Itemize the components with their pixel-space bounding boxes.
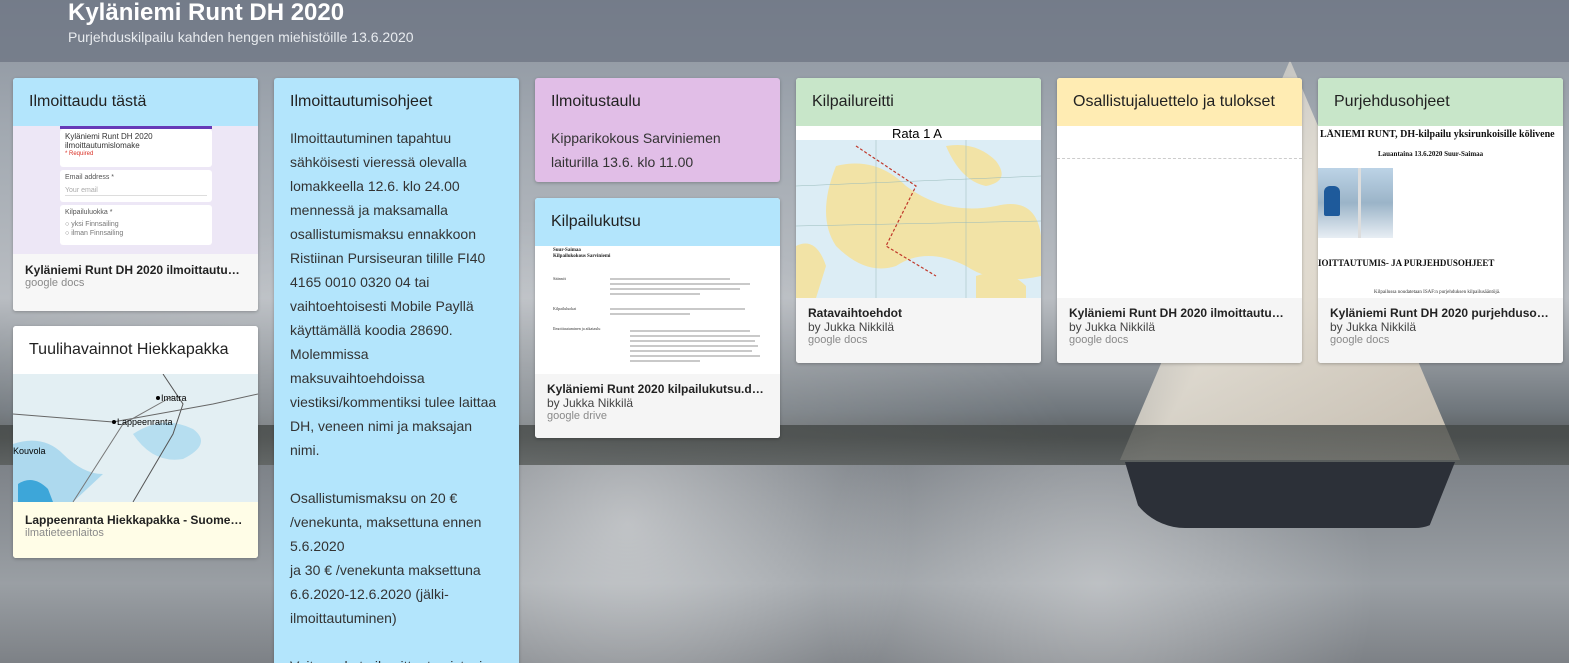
- form-option-1: ○ yksi Finnsailing: [65, 221, 119, 228]
- doc-text-line: [610, 283, 750, 285]
- route-map-thumbnail[interactable]: Rata 1 A: [796, 126, 1041, 298]
- card-title: Ilmoittautumisohjeet: [290, 93, 433, 110]
- attachment-source: google docs: [1069, 334, 1129, 346]
- form-required-note: * Required: [65, 151, 94, 157]
- attachment-info[interactable]: Kyläniemi Runt 2020 kilpailukutsu.docx b…: [535, 374, 780, 438]
- doc-text-line: [630, 335, 760, 337]
- card-race-invitation[interactable]: Kilpailukutsu Suur-Saimaa Kilpailukokous…: [535, 198, 780, 438]
- doc-date: Lauantaina 13.6.2020 Suur-Saimaa: [1378, 150, 1484, 158]
- doc-term-3: Ilmoittautuminen ja aikataulu: [553, 326, 601, 331]
- card-register[interactable]: Ilmoittaudu tästä Kyläniemi Runt DH 2020…: [13, 78, 258, 311]
- doc-term-2: Kilpailuluokat: [553, 306, 577, 311]
- card-registration-instructions[interactable]: Ilmoittautumisohjeet Ilmoittautuminen ta…: [274, 78, 519, 663]
- doc-header: Suur-Saimaa Kilpailukokous Sarviniemi: [553, 248, 611, 259]
- form-email-label: Email address *: [65, 174, 115, 181]
- doc-text-line: [610, 293, 700, 295]
- card-title: Kilpailureitti: [796, 78, 1041, 126]
- attachment-source: ilmatieteenlaitos: [25, 527, 104, 539]
- page-title: Kyläniemi Runt DH 2020: [68, 0, 345, 26]
- doc-text-line: [610, 313, 690, 315]
- attachment-info[interactable]: Ratavaihtoehdot by Jukka Nikkilä google …: [796, 298, 1041, 363]
- instructions-paragraph: Voit muokata ilmoittautumistasi: [290, 654, 503, 663]
- form-option-2: ○ ilman Finnsailing: [65, 230, 124, 237]
- attachment-source: google docs: [808, 334, 868, 346]
- form-email-card: Email address * Your email: [60, 170, 212, 202]
- spreadsheet-preview-thumbnail[interactable]: [1057, 126, 1302, 298]
- doc-text-line: [630, 340, 755, 342]
- background-boat-hull: [1125, 462, 1455, 528]
- attachment-title[interactable]: Lappeenranta Hiekkapakka - Suomen ...: [13, 513, 258, 527]
- card-notice-board[interactable]: Ilmoitustaulu Kipparikokous Sarviniemen …: [535, 78, 780, 182]
- attachment-title[interactable]: Kyläniemi Runt DH 2020 ilmoittautumi...: [13, 263, 258, 277]
- attachment-author: by Jukka Nikkilä: [808, 320, 895, 334]
- instructions-body: Ilmoittautuminen tapahtuu sähköisesti vi…: [274, 126, 519, 663]
- instructions-paragraph: Osallistumismaksu on 20 € /venekunta, ma…: [290, 490, 482, 554]
- doc-text-line: [630, 355, 760, 357]
- attachment-title[interactable]: Kyläniemi Runt DH 2020 purjehdusohje: [1318, 306, 1563, 320]
- attachment-author: by Jukka Nikkilä: [1069, 320, 1156, 334]
- doc-heading: LÄNIEMI RUNT, DH-kilpailu yksirunkoisill…: [1320, 129, 1555, 140]
- card-participants-results[interactable]: Osallistujaluettelo ja tulokset Kyläniem…: [1057, 78, 1302, 363]
- doc-text-line: [610, 308, 745, 310]
- page-subtitle: Purjehduskilpailu kahden hengen miehistö…: [68, 29, 414, 45]
- card-title: Ilmoittaudu tästä: [13, 78, 258, 126]
- doc-text-line: [610, 288, 740, 290]
- attachment-info[interactable]: Kyläniemi Runt DH 2020 ilmoittautuneet b…: [1057, 298, 1302, 363]
- route-map-svg: Rata 1 A: [796, 126, 1041, 298]
- map-label-lappeenranta: Lappeenranta: [117, 417, 173, 427]
- doc-text-line: [630, 360, 700, 362]
- map-label-kouvola: Kouvola: [13, 446, 46, 456]
- attachment-author: by Jukka Nikkilä: [1330, 320, 1417, 334]
- form-class-card: Kilpailuluokka * ○ yksi Finnsailing ○ il…: [60, 205, 212, 245]
- doc-text-line: [610, 278, 730, 280]
- document-preview-thumbnail[interactable]: LÄNIEMI RUNT, DH-kilpailu yksirunkoisill…: [1318, 126, 1563, 298]
- route-map-title: Rata 1 A: [892, 126, 942, 141]
- card-sailing-instructions[interactable]: Purjehdusohjeet LÄNIEMI RUNT, DH-kilpail…: [1318, 78, 1563, 363]
- attachment-info[interactable]: Kyläniemi Runt DH 2020 ilmoittautumi... …: [13, 254, 258, 311]
- attachment-title[interactable]: Kyläniemi Runt DH 2020 ilmoittautuneet: [1057, 306, 1302, 320]
- instructions-paragraph: ja 30 € /venekunta maksettuna 6.6.2020-1…: [290, 562, 481, 626]
- form-email-placeholder: Your email: [65, 186, 207, 196]
- card-title: Tuulihavainnot Hiekkapakka: [13, 326, 258, 374]
- attachment-title[interactable]: Kyläniemi Runt 2020 kilpailukutsu.docx: [535, 382, 780, 396]
- attachment-title[interactable]: Ratavaihtoehdot: [796, 306, 1041, 320]
- sailboat-photo: [1318, 168, 1393, 238]
- card-title: Osallistujaluettelo ja tulokset: [1057, 78, 1302, 126]
- doc-text-line: [630, 350, 752, 352]
- form-preview-thumbnail[interactable]: Kyläniemi Runt DH 2020 ilmoittautumislom…: [13, 126, 258, 254]
- doc-text-line: [630, 330, 750, 332]
- notice-body: Kipparikokous Sarviniemen laiturilla 13.…: [551, 130, 721, 170]
- document-preview-thumbnail[interactable]: Suur-Saimaa Kilpailukokous Sarviniemi Sä…: [535, 246, 780, 374]
- weather-map-svg: Imatra Lappeenranta Kouvola: [13, 374, 258, 502]
- weather-map-thumbnail[interactable]: Imatra Lappeenranta Kouvola: [13, 374, 258, 502]
- doc-footer: Kilpailussa noudatetaan ISAF:n purjehduk…: [1374, 290, 1501, 295]
- page-header: Kyläniemi Runt DH 2020 Purjehduskilpailu…: [0, 0, 1569, 62]
- doc-text-line: [630, 345, 758, 347]
- doc-section-heading: IOITTAUTUMIS- JA PURJEHDUSOHJEET: [1318, 258, 1495, 268]
- instructions-paragraph: Ilmoittautuminen tapahtuu sähköisesti vi…: [290, 130, 497, 458]
- card-wind-observations[interactable]: Tuulihavainnot Hiekkapakka Imatra Lappee…: [13, 326, 258, 558]
- form-title: Kyläniemi Runt DH 2020 ilmoittautumislom…: [65, 132, 153, 150]
- attachment-info[interactable]: Lappeenranta Hiekkapakka - Suomen ... il…: [13, 502, 258, 558]
- map-label-imatra: Imatra: [161, 393, 187, 403]
- attachment-source: google drive: [547, 410, 607, 422]
- card-title: Ilmoitustaulu: [551, 93, 641, 110]
- attachment-author: by Jukka Nikkilä: [547, 396, 634, 410]
- form-class-label: Kilpailuluokka *: [65, 209, 113, 216]
- attachment-source: google docs: [25, 277, 85, 289]
- doc-term-1: Säännöt: [553, 276, 566, 281]
- form-header-card: Kyläniemi Runt DH 2020 ilmoittautumislom…: [60, 129, 212, 167]
- spreadsheet-header-row: [1057, 158, 1302, 159]
- card-title: Purjehdusohjeet: [1318, 78, 1563, 126]
- attachment-info[interactable]: Kyläniemi Runt DH 2020 purjehdusohje by …: [1318, 298, 1563, 363]
- card-race-route[interactable]: Kilpailureitti Rata 1 A Ratavaihtoehdot …: [796, 78, 1041, 363]
- card-title: Kilpailukutsu: [535, 198, 780, 246]
- attachment-source: google docs: [1330, 334, 1390, 346]
